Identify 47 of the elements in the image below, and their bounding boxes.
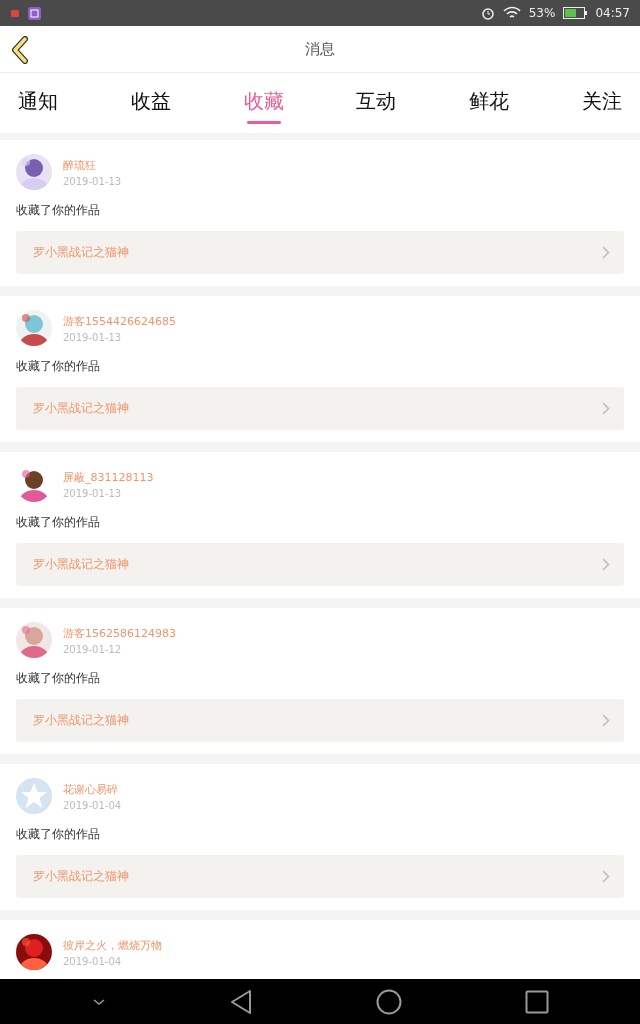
user-name: 彼岸之火，燃烧万物 xyxy=(63,937,162,953)
work-link[interactable]: 罗小黑战记之猫神 xyxy=(16,699,624,742)
work-link[interactable]: 罗小黑战记之猫神 xyxy=(16,855,624,898)
date: 2019-01-13 xyxy=(63,331,123,343)
tab[interactable]: 互动 xyxy=(356,73,397,133)
work-link[interactable]: 罗小黑战记之猫神 xyxy=(16,543,624,586)
app-icon xyxy=(10,8,20,18)
chevron-down-icon[interactable] xyxy=(91,996,106,1007)
tab[interactable]: 鲜花 xyxy=(469,73,510,133)
action-text: 收藏了你的作品 xyxy=(16,358,101,375)
user-name: 醉琉狂 xyxy=(63,157,97,173)
action-text: 收藏了你的作品 xyxy=(16,826,101,843)
date: 2019-01-13 xyxy=(63,487,123,499)
user-name: 屏蔽_831128113 xyxy=(63,469,154,485)
app-icon xyxy=(28,6,41,20)
work-link[interactable]: 罗小黑战记之猫神 xyxy=(16,231,624,274)
chevron-right-icon xyxy=(602,870,610,883)
tab[interactable]: 收益 xyxy=(130,73,171,133)
battery-icon xyxy=(563,7,588,19)
tab[interactable]: 通知 xyxy=(18,73,58,133)
tab[interactable]: 关注 xyxy=(582,73,622,133)
chevron-right-icon xyxy=(602,558,610,571)
work-link[interactable]: 罗小黑战记之猫神 xyxy=(16,387,624,430)
chevron-right-icon xyxy=(602,246,610,259)
action-text: 收藏了你的作品 xyxy=(16,670,101,687)
battery-percent: 53% xyxy=(528,6,556,20)
date: 2019-01-04 xyxy=(63,955,123,967)
tab[interactable]: 收藏 xyxy=(243,73,284,133)
page-title: 消息 xyxy=(305,39,335,59)
date: 2019-01-12 xyxy=(63,643,123,655)
wifi-icon xyxy=(502,6,521,20)
back-triangle-icon[interactable] xyxy=(228,988,253,1015)
action-text: 收藏了你的作品 xyxy=(16,514,101,531)
home-circle-icon[interactable] xyxy=(375,988,402,1015)
user-name: 游客1554426624685 xyxy=(63,313,176,329)
action-text: 收藏了你的作品 xyxy=(16,202,101,219)
date: 2019-01-04 xyxy=(63,799,122,811)
chevron-right-icon xyxy=(602,402,610,415)
chevron-right-icon xyxy=(602,714,610,727)
default-avatar-icon xyxy=(16,778,52,814)
user-name: 花谢心易碎 xyxy=(63,781,119,797)
clock-time: 04:57 xyxy=(595,6,630,20)
alarm-icon xyxy=(480,6,495,20)
square-icon[interactable] xyxy=(524,989,549,1014)
user-name: 游客1562586124983 xyxy=(63,625,176,641)
date: 2019-01-13 xyxy=(63,175,122,187)
back-icon[interactable] xyxy=(10,36,30,64)
